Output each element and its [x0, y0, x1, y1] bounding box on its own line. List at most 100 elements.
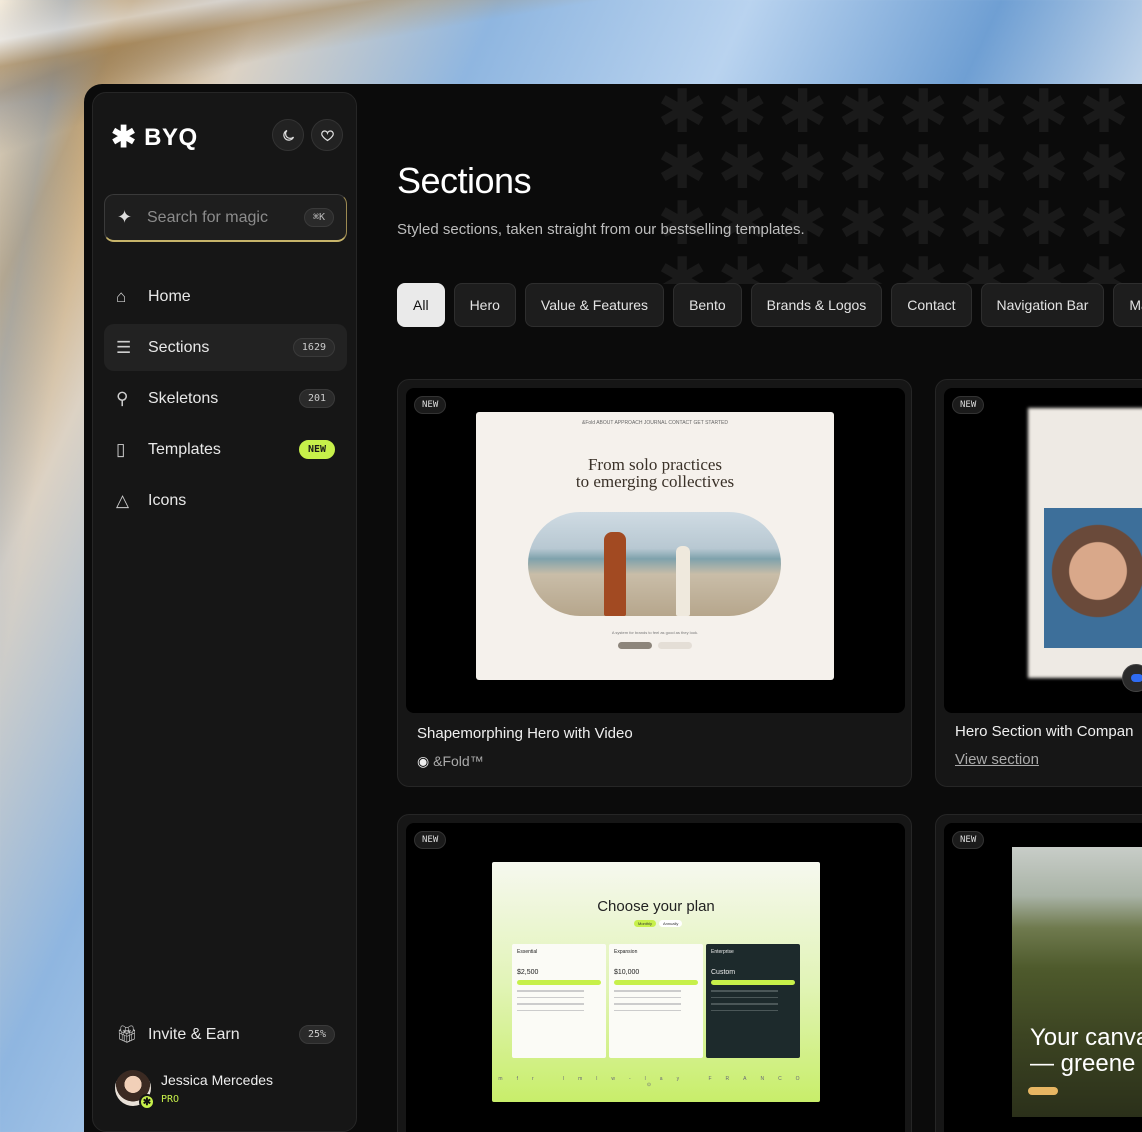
- preview-screenshot: Choose your plan Monthly Annually Essent…: [492, 862, 820, 1102]
- home-icon: ⌂: [116, 286, 127, 306]
- view-section-link[interactable]: View section: [955, 751, 1039, 768]
- card-title: Shapemorphing Hero with Video: [417, 725, 633, 742]
- author-logo-icon: ◉: [417, 753, 430, 769]
- preview-headline-line: — greene: [1030, 1050, 1136, 1077]
- card-preview[interactable]: NEW &Fold ABOUT APPROACH JOURNAL CONTACT…: [406, 388, 905, 713]
- toggle-option: Annually: [659, 920, 683, 927]
- theme-toggle-button[interactable]: [272, 119, 304, 151]
- decorative-pattern: ✱✱✱✱✱✱✱✱✱✱✱✱✱✱ ✱✱✱✱✱✱✱✱✱✱✱✱✱✱ ✱✱✱✱✱✱✱✱✱✱…: [657, 84, 1142, 284]
- section-card[interactable]: NEW Choose your plan Monthly Annually Es…: [397, 814, 912, 1132]
- sidebar-item-skeletons[interactable]: ⚲ Skeletons 201: [104, 375, 347, 422]
- plan-price: Custom: [711, 969, 736, 976]
- pricing-plan: Expansion $10,000: [609, 944, 703, 1058]
- preview-headline: Choose your plan: [597, 898, 715, 915]
- user-plan: PRO: [161, 1093, 180, 1105]
- sidebar-item-label: Skeletons: [148, 389, 219, 407]
- main-content: ✱✱✱✱✱✱✱✱✱✱✱✱✱✱ ✱✱✱✱✱✱✱✱✱✱✱✱✱✱ ✱✱✱✱✱✱✱✱✱✱…: [357, 84, 1142, 1132]
- filter-chip-value-features[interactable]: Value & Features: [524, 283, 665, 327]
- favorites-button[interactable]: [311, 119, 343, 151]
- preview-screenshot: &Fold ABOUT APPROACH JOURNAL CONTACT GET…: [476, 412, 834, 680]
- preview-button: [1028, 1087, 1058, 1095]
- new-badge: NEW: [414, 831, 447, 849]
- heart-icon: [320, 129, 334, 141]
- card-preview[interactable]: NEW Choose your plan Monthly Annually Es…: [406, 823, 905, 1132]
- filter-chip-brands-logos[interactable]: Brands & Logos: [750, 283, 883, 327]
- gift-icon: 🎁︎: [116, 1024, 138, 1044]
- sidebar-item-label: Sections: [148, 338, 210, 356]
- sidebar-item-templates[interactable]: ▯ Templates NEW: [104, 426, 347, 473]
- sidebar-item-icons[interactable]: △ Icons: [104, 477, 347, 524]
- preview-screenshot: Your canva — greene: [1012, 847, 1142, 1117]
- plan-price: $2,500: [517, 969, 539, 976]
- card-title: Hero Section with Compan: [955, 723, 1134, 740]
- filter-chip-marquee[interactable]: Marq: [1113, 283, 1142, 327]
- shapes-icon: △: [116, 490, 130, 510]
- filter-chip-hero[interactable]: Hero: [453, 283, 516, 327]
- photo-figure: [604, 532, 626, 616]
- sparkle-icon: ✦: [117, 207, 133, 227]
- invite-badge: 25%: [298, 1025, 335, 1044]
- sidebar-item-label: Icons: [148, 491, 187, 509]
- filter-chip-contact[interactable]: Contact: [891, 283, 972, 327]
- action-button[interactable]: [1122, 664, 1142, 692]
- sidebar-nav: ⌂ Home ☰ Sections 1629 ⚲ Skeletons 201 ▯…: [104, 273, 347, 528]
- toggle-option: Monthly: [634, 920, 657, 927]
- preview-buttons: [476, 642, 834, 649]
- sidebar: ✱ BYQ ✦ Search for magic ⌘K ⌂ Home ☰ Sec…: [92, 92, 357, 1132]
- new-badge: NEW: [298, 440, 335, 459]
- sidebar-item-sections[interactable]: ☰ Sections 1629: [104, 324, 347, 371]
- count-badge: 1629: [292, 338, 335, 357]
- author-name: &Fold™: [433, 753, 484, 769]
- preview-photo: [1044, 508, 1142, 648]
- preview-logos: mfr lmlw-lay FRANCO ⊙: [498, 1076, 814, 1088]
- search-placeholder: Search for magic: [147, 208, 268, 226]
- pricing-plan: Essential $2,500: [512, 944, 606, 1058]
- sidebar-item-home[interactable]: ⌂ Home: [104, 273, 347, 320]
- asterisk-logo-icon: ✱: [111, 121, 137, 154]
- avatar: ✱: [115, 1070, 155, 1110]
- section-card[interactable]: NEW Your canva — greene: [935, 814, 1142, 1132]
- user-name: Jessica Mercedes: [161, 1071, 274, 1088]
- sidebar-item-label: Home: [148, 287, 191, 305]
- card-author: ◉ &Fold™: [417, 753, 484, 770]
- brand-name: BYQ: [144, 124, 198, 151]
- plan-name: Essential: [517, 949, 538, 955]
- layers-icon: ☰: [116, 337, 132, 357]
- preview-headline-line: to emerging collectives: [575, 472, 735, 491]
- brand-logo[interactable]: ✱ BYQ: [111, 123, 198, 153]
- section-card[interactable]: NEW &Fold ABOUT APPROACH JOURNAL CONTACT…: [397, 379, 912, 787]
- sidebar-item-label: Templates: [148, 440, 221, 458]
- preview-caption: A system for brands to feel as good as t…: [611, 630, 699, 635]
- filter-chip-navigation-bar[interactable]: Navigation Bar: [980, 283, 1105, 327]
- preview-headline: From solo practices to emerging collecti…: [476, 456, 834, 490]
- preview-photo: [528, 512, 781, 616]
- card-preview[interactable]: NEW Your canva — greene: [944, 823, 1142, 1132]
- pricing-columns: Essential $2,500 Expansion $10,000 Enter…: [512, 944, 800, 1058]
- card-preview[interactable]: NEW: [944, 388, 1142, 713]
- new-badge: NEW: [952, 831, 985, 849]
- invite-label: Invite & Earn: [148, 1025, 240, 1043]
- page-subtitle: Styled sections, taken straight from our…: [397, 221, 805, 238]
- bone-icon: ⚲: [116, 388, 129, 408]
- section-card[interactable]: NEW Hero Section with Compan View sectio…: [935, 379, 1142, 787]
- preview-headline-line: Your canva: [1030, 1024, 1142, 1051]
- photo-figure: [676, 546, 690, 616]
- moon-icon: [282, 129, 294, 141]
- filter-chips: All Hero Value & Features Bento Brands &…: [397, 283, 1142, 327]
- filter-chip-all[interactable]: All: [397, 283, 445, 327]
- new-badge: NEW: [414, 396, 447, 414]
- pricing-plan: Enterprise Custom: [706, 944, 800, 1058]
- new-badge: NEW: [952, 396, 985, 414]
- plan-name: Enterprise: [711, 949, 734, 955]
- preview-nav: &Fold ABOUT APPROACH JOURNAL CONTACT GET…: [582, 420, 728, 426]
- filter-chip-bento[interactable]: Bento: [673, 283, 742, 327]
- billing-toggle: Monthly Annually: [634, 920, 683, 927]
- sidebar-item-invite[interactable]: 🎁︎ Invite & Earn 25%: [104, 1011, 347, 1058]
- plan-price: $10,000: [614, 969, 640, 976]
- user-profile[interactable]: ✱ Jessica Mercedes PRO: [115, 1070, 274, 1110]
- app-window: ✱ BYQ ✦ Search for magic ⌘K ⌂ Home ☰ Sec…: [84, 84, 1142, 1132]
- search-input[interactable]: ✦ Search for magic ⌘K: [104, 194, 347, 242]
- book-icon: ▯: [116, 439, 126, 459]
- plan-name: Expansion: [614, 949, 638, 955]
- preview-headline-line: From solo practices: [587, 455, 723, 474]
